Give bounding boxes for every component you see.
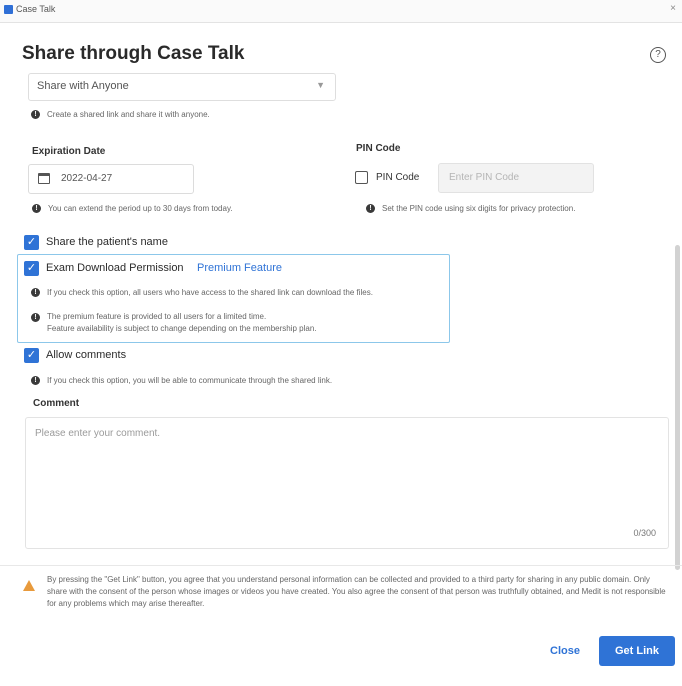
pin-checkbox[interactable] (355, 171, 368, 184)
premium-hint-line1: The premium feature is provided to all u… (47, 312, 267, 321)
window-titlebar: Case Talk × (0, 0, 682, 23)
info-icon: ! (31, 376, 40, 385)
download-permission-label: Exam Download Permission (46, 262, 184, 274)
share-mode-value: Share with Anyone (37, 80, 129, 92)
scrollbar-thumb[interactable] (675, 245, 680, 570)
warning-icon (23, 580, 35, 591)
premium-feature-link[interactable]: Premium Feature (197, 262, 282, 274)
premium-hint-line2: Feature availability is subject to chang… (47, 324, 317, 333)
comment-placeholder: Please enter your comment. (35, 428, 161, 439)
comment-label: Comment (33, 398, 80, 409)
download-permission-checkbox[interactable]: ✓ (24, 261, 39, 276)
info-icon: ! (366, 204, 375, 213)
expiration-date-field[interactable]: 2022-04-27 (28, 164, 194, 194)
comments-hint: If you check this option, you will be ab… (47, 376, 333, 385)
share-name-checkbox[interactable]: ✓ (24, 235, 39, 250)
pin-hint: Set the PIN code using six digits for pr… (382, 204, 576, 213)
allow-comments-checkbox[interactable]: ✓ (24, 348, 39, 363)
download-hint: If you check this option, all users who … (47, 288, 373, 297)
share-name-label: Share the patient's name (46, 236, 168, 248)
info-icon: ! (31, 110, 40, 119)
pin-checkbox-label: PIN Code (376, 172, 420, 183)
window-title: Case Talk (16, 4, 56, 14)
allow-comments-label: Allow comments (46, 349, 127, 361)
close-button[interactable]: Close (542, 638, 588, 664)
expiration-date-value: 2022-04-27 (61, 173, 113, 184)
app-logo-icon (4, 5, 13, 14)
info-icon: ! (31, 288, 40, 297)
footer-divider (0, 565, 682, 566)
help-icon[interactable]: ? (650, 47, 666, 63)
pin-code-placeholder: Enter PIN Code (449, 172, 520, 183)
chevron-down-icon: ▼ (316, 80, 325, 90)
dialog-title: Share through Case Talk (22, 43, 245, 64)
pin-code-input[interactable]: Enter PIN Code (438, 163, 594, 193)
comment-textarea[interactable]: Please enter your comment. 0/300 (25, 417, 669, 549)
expiration-label: Expiration Date (32, 146, 106, 157)
disclaimer-text: By pressing the "Get Link" button, you a… (47, 575, 666, 608)
expiration-hint: You can extend the period up to 30 days … (48, 204, 233, 213)
comment-char-count: 0/300 (633, 528, 656, 538)
get-link-button[interactable]: Get Link (599, 636, 675, 666)
share-mode-select[interactable]: Share with Anyone ▼ (28, 73, 336, 101)
window-close-icon[interactable]: × (670, 3, 676, 14)
info-icon: ! (31, 313, 40, 322)
calendar-icon (38, 173, 50, 184)
info-icon: ! (32, 204, 41, 213)
pin-label: PIN Code (356, 143, 401, 154)
share-mode-hint: Create a shared link and share it with a… (47, 110, 210, 119)
